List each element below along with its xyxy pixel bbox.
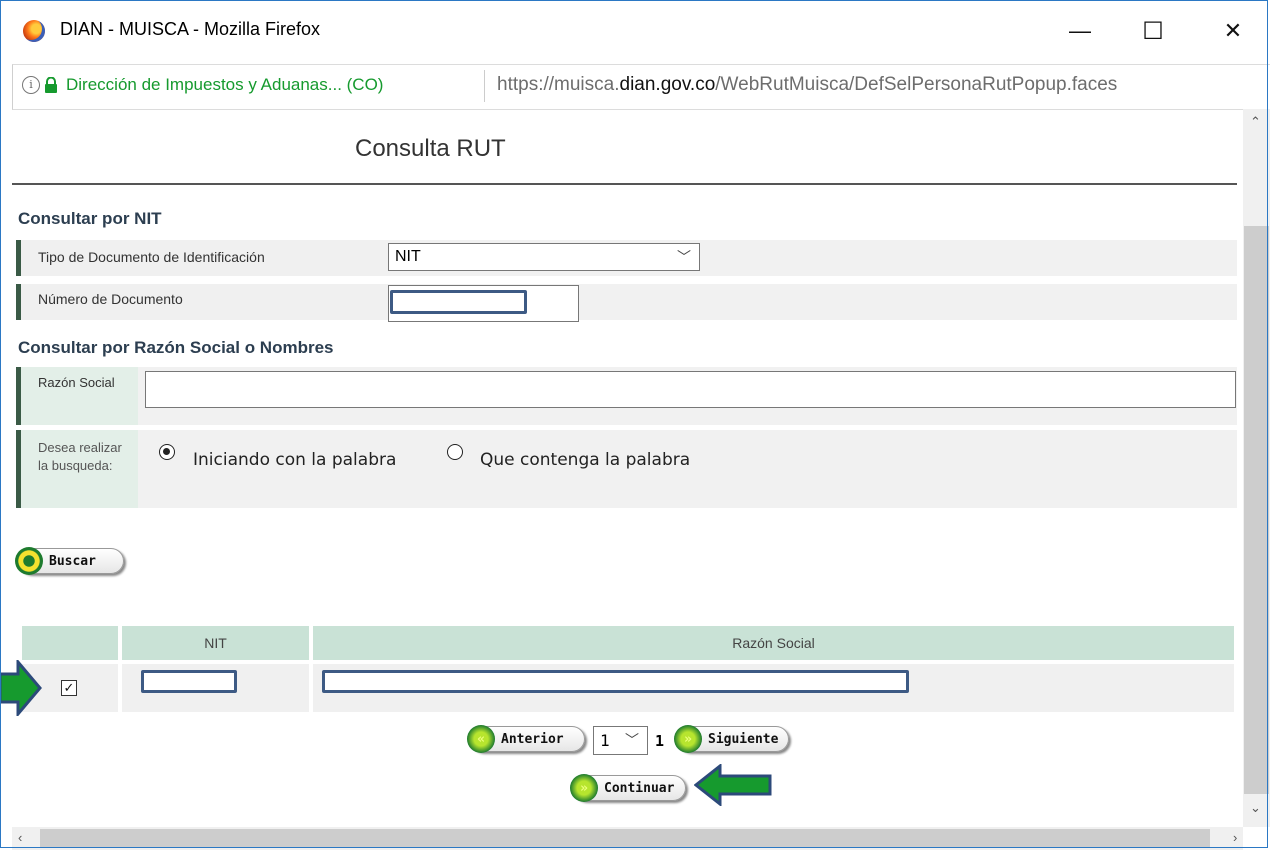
url-domain: dian.gov.co bbox=[619, 74, 716, 95]
search-button-icon bbox=[15, 547, 43, 575]
page-title: Consulta RUT bbox=[355, 135, 506, 162]
scroll-down-icon[interactable]: ⌄ bbox=[1250, 800, 1261, 816]
next-label: Siguiente bbox=[708, 731, 779, 747]
horizontal-scroll-thumb[interactable] bbox=[40, 829, 1210, 848]
redacted-razon bbox=[322, 670, 909, 693]
name-section-title: Consultar por Razón Social o Nombres bbox=[18, 338, 334, 357]
scroll-up-icon[interactable]: ⌃ bbox=[1250, 114, 1261, 130]
url-separator bbox=[484, 70, 485, 102]
nit-section-title: Consultar por NIT bbox=[18, 209, 162, 228]
window-title: DIAN - MUISCA - Mozilla Firefox bbox=[60, 19, 321, 39]
radio-starts-with-label[interactable]: Iniciando con la palabra bbox=[193, 450, 396, 470]
search-button-label: Buscar bbox=[49, 553, 96, 569]
divider bbox=[12, 183, 1237, 185]
lock-icon bbox=[45, 77, 57, 93]
scroll-right-icon[interactable]: › bbox=[1233, 830, 1237, 845]
search-mode-label: Desea realizar la busqueda: bbox=[16, 430, 138, 508]
annotation-arrow-icon bbox=[0, 660, 42, 716]
total-pages: 1 bbox=[655, 732, 665, 750]
redacted-nit bbox=[141, 670, 237, 693]
table-header-razon: Razón Social bbox=[313, 626, 1234, 660]
vertical-scroll-thumb[interactable] bbox=[1244, 226, 1269, 794]
table-header-select bbox=[22, 626, 118, 660]
continue-label: Continuar bbox=[604, 780, 675, 796]
table-header-nit: NIT bbox=[122, 626, 309, 660]
annotation-arrow-icon bbox=[694, 764, 772, 806]
close-button[interactable]: ✕ bbox=[1210, 8, 1256, 54]
previous-label: Anterior bbox=[501, 731, 564, 747]
chevron-down-icon: ﹀ bbox=[677, 249, 691, 265]
razon-social-input[interactable] bbox=[145, 371, 1236, 408]
continue-icon: » bbox=[570, 774, 598, 802]
radio-starts-with[interactable] bbox=[159, 444, 175, 460]
redacted-doc-number bbox=[390, 290, 527, 314]
radio-contains-label[interactable]: Que contenga la palabra bbox=[480, 450, 690, 470]
previous-button[interactable]: « Anterior bbox=[467, 725, 585, 753]
minimize-button[interactable]: — bbox=[1057, 8, 1103, 54]
firefox-logo-icon bbox=[23, 20, 45, 42]
url-text[interactable]: https://muisca.dian.gov.co/WebRutMuisca/… bbox=[497, 74, 1267, 96]
doc-type-value: NIT bbox=[395, 248, 421, 265]
row-checkbox[interactable]: ✓ bbox=[61, 680, 77, 696]
radio-contains[interactable] bbox=[447, 444, 463, 460]
page-select-value: 1 bbox=[600, 731, 610, 750]
page-select[interactable]: 1 ﹀ bbox=[593, 726, 648, 755]
site-identity[interactable]: Dirección de Impuestos y Aduanas... (CO) bbox=[66, 75, 383, 95]
url-prefix: https://muisca. bbox=[497, 74, 620, 95]
doc-number-label: Número de Documento bbox=[16, 284, 380, 320]
doc-type-label: Tipo de Documento de Identificación bbox=[16, 240, 380, 276]
previous-icon: « bbox=[467, 725, 495, 753]
next-icon: » bbox=[674, 725, 702, 753]
maximize-button[interactable]: ☐ bbox=[1130, 8, 1176, 54]
scroll-left-icon[interactable]: ‹ bbox=[18, 830, 22, 845]
continue-button[interactable]: » Continuar bbox=[570, 774, 686, 802]
doc-type-select[interactable]: NIT ﹀ bbox=[388, 243, 700, 271]
razon-label: Razón Social bbox=[16, 367, 138, 425]
search-button[interactable]: Buscar bbox=[15, 547, 124, 575]
url-path: /WebRutMuisca/DefSelPersonaRutPopup.face… bbox=[715, 74, 1118, 95]
info-icon[interactable]: i bbox=[22, 76, 40, 94]
next-button[interactable]: » Siguiente bbox=[674, 725, 789, 753]
chevron-down-icon: ﹀ bbox=[625, 732, 639, 748]
